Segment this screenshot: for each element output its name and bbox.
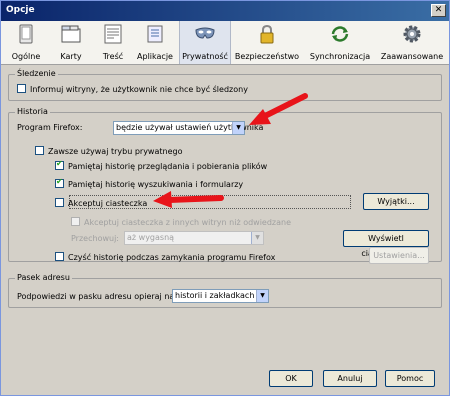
arrow-to-accept-cookies bbox=[153, 191, 224, 208]
arrow-to-history-select bbox=[249, 93, 308, 125]
annotation-arrows bbox=[153, 93, 308, 208]
options-dialog: Opcje ✕ Ogólne Karty Treść Aplikacje Pry… bbox=[0, 0, 450, 396]
